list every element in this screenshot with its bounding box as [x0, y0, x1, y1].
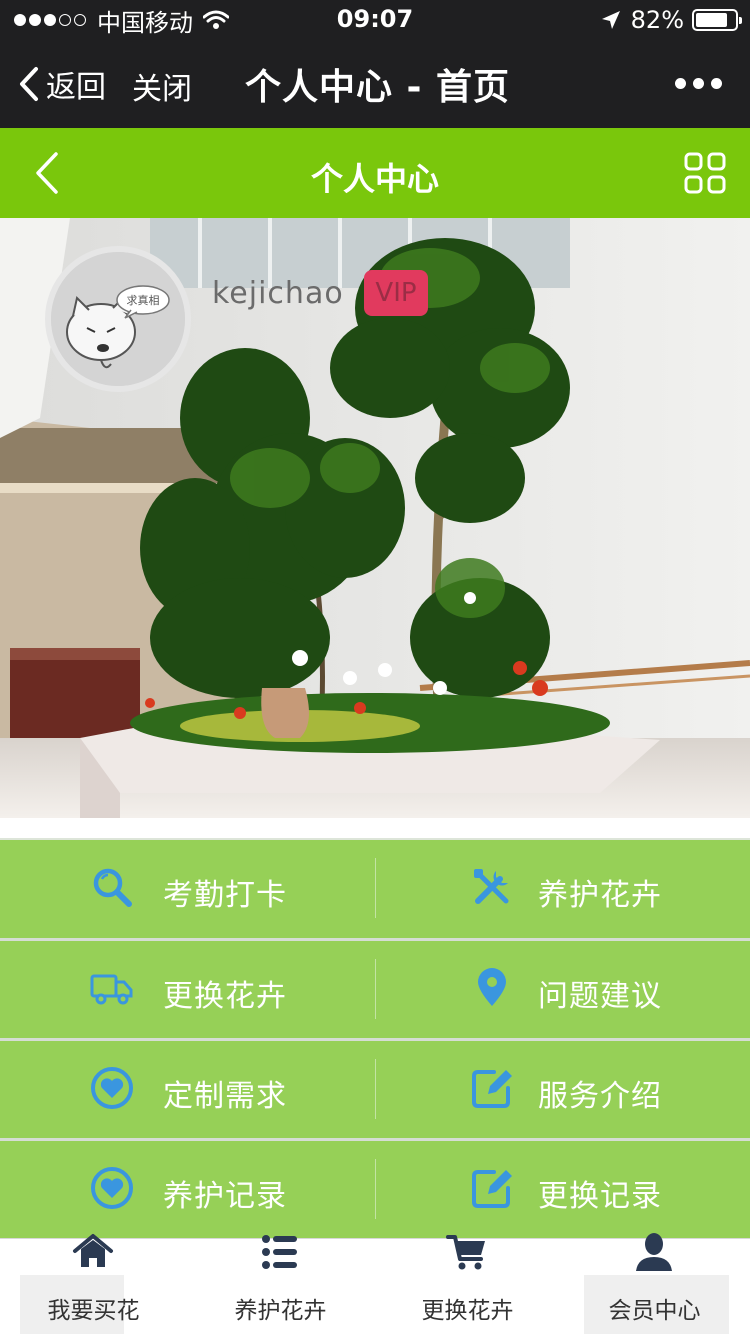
user-icon — [636, 1233, 672, 1271]
menu-item-custom-request[interactable]: 定制需求 — [0, 1041, 375, 1138]
back-button[interactable]: 返回 — [18, 62, 106, 106]
tab-member-center[interactable]: 会员中心 — [561, 1233, 748, 1334]
menu-row: 更换花卉 问题建议 — [0, 938, 750, 1038]
edit-icon — [472, 1170, 512, 1208]
menu-item-care-records[interactable]: 养护记录 — [0, 1141, 375, 1238]
tab-buy-flowers[interactable]: 我要买花 — [0, 1234, 187, 1334]
tab-label: 会员中心 — [608, 1298, 701, 1324]
menu-row: 定制需求 服务介绍 — [0, 1038, 750, 1138]
avatar[interactable]: 求真相 — [45, 246, 191, 392]
vip-badge: VIP — [364, 270, 428, 316]
menu-label: 更换记录 — [538, 1179, 662, 1214]
wechat-nav-bar: 返回 关闭 个人中心 - 首页 — [0, 40, 750, 128]
tab-label: 我要买花 — [47, 1298, 140, 1324]
profile-banner: 求真相 kejichao VIP — [0, 218, 750, 818]
close-button[interactable]: 关闭 — [132, 64, 192, 108]
menu-item-replace-plants[interactable]: 更换花卉 — [0, 941, 375, 1038]
tools-icon — [474, 869, 509, 904]
cart-icon — [446, 1235, 485, 1270]
status-bar: 中国移动 09:07 82% — [0, 0, 750, 40]
menu-label: 养护记录 — [163, 1179, 287, 1214]
menu-label: 养护花卉 — [538, 878, 662, 913]
menu-label: 考勤打卡 — [163, 878, 287, 913]
menu-row: 考勤打卡 养护花卉 — [0, 838, 750, 938]
tab-plant-care[interactable]: 养护花卉 — [187, 1235, 374, 1334]
truck-icon — [90, 974, 133, 1005]
wechat-page-title: 个人中心 - 首页 — [245, 67, 511, 108]
bottom-tab-bar: 我要买花 养护花卉 更换花卉 会员中心 — [0, 1233, 750, 1334]
chevron-left-icon — [20, 67, 38, 101]
list-icon — [262, 1235, 297, 1269]
search-icon — [93, 868, 132, 907]
heart-icon — [91, 1067, 133, 1109]
menu-label: 定制需求 — [163, 1079, 287, 1114]
back-label: 返回 — [46, 70, 106, 105]
cat-avatar-icon: 求真相 — [51, 252, 185, 386]
menu-item-service-intro[interactable]: 服务介绍 — [375, 1041, 750, 1138]
menu-grid: 考勤打卡 养护花卉 更换花卉 问题建议 定制需求 服务介绍 养护记录 更换记录 — [0, 838, 750, 1238]
location-arrow-icon — [601, 11, 620, 29]
heart-icon — [91, 1167, 133, 1209]
menu-item-attendance[interactable]: 考勤打卡 — [0, 840, 375, 937]
battery-icon — [692, 9, 742, 31]
menu-label: 问题建议 — [538, 979, 662, 1014]
page-title: 个人中心 — [310, 160, 439, 198]
menu-item-replace-records[interactable]: 更换记录 — [375, 1141, 750, 1238]
menu-label: 服务介绍 — [538, 1079, 662, 1114]
grid-menu-icon[interactable] — [684, 152, 726, 194]
battery-percent: 82% — [630, 6, 684, 34]
home-icon — [73, 1234, 113, 1267]
more-options-icon[interactable] — [668, 78, 722, 89]
page-header: 个人中心 — [0, 128, 750, 218]
menu-row: 养护记录 更换记录 — [0, 1138, 750, 1238]
username: kejichao — [212, 276, 344, 311]
tab-replace-plants[interactable]: 更换花卉 — [374, 1235, 561, 1334]
menu-item-feedback[interactable]: 问题建议 — [375, 941, 750, 1038]
map-pin-icon — [478, 968, 506, 1006]
avatar-caption: 求真相 — [127, 293, 160, 307]
menu-label: 更换花卉 — [163, 979, 287, 1014]
tab-label: 更换花卉 — [421, 1298, 514, 1324]
tab-label: 养护花卉 — [234, 1298, 327, 1324]
edit-icon — [472, 1070, 512, 1108]
menu-item-plant-care[interactable]: 养护花卉 — [375, 840, 750, 937]
